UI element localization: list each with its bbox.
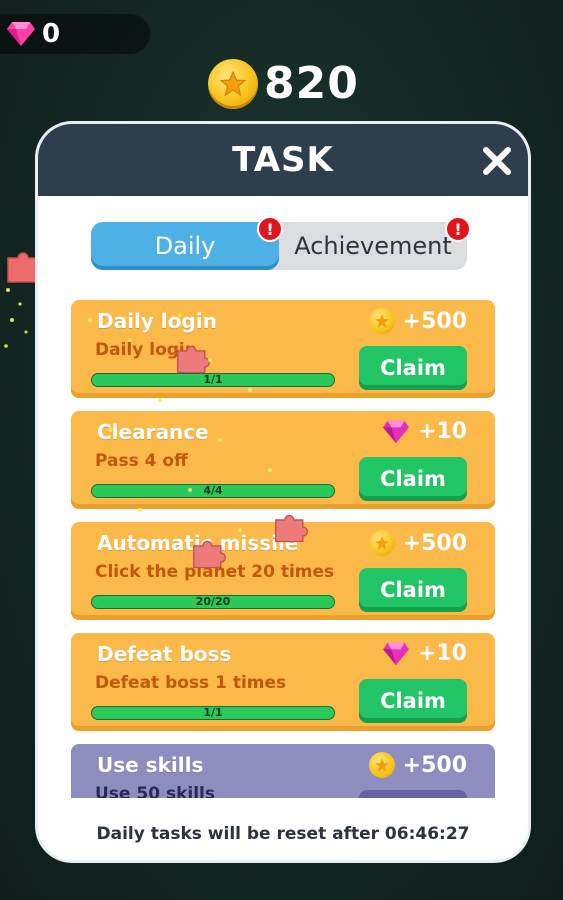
progress-text: 1/1 (203, 373, 223, 386)
task-description: Defeat boss 1 times (95, 673, 287, 693)
gem-icon (7, 22, 35, 46)
puzzle-piece-icon (275, 514, 308, 543)
task-progress-bar: 4/4 (91, 484, 335, 498)
reset-timer-text: Daily tasks will be reset after 06:46:27 (96, 824, 470, 844)
progress-text: 1/1 (203, 706, 223, 719)
coin-amount: 820 (264, 58, 359, 109)
task-item-daily-login: Daily login Daily login +500 1/1 Claim (71, 300, 495, 398)
reward-amount: +10 (417, 641, 467, 666)
gem-count: 0 (42, 19, 61, 49)
gem-icon (383, 420, 409, 443)
claim-button[interactable] (359, 790, 467, 798)
task-title: Use skills (97, 753, 204, 777)
task-item-clearance: Clearance Pass 4 off +10 4/4 Claim (71, 411, 495, 509)
tab-bar: Daily ! Achievement ! (91, 216, 471, 270)
claim-button[interactable]: Claim (359, 346, 467, 390)
puzzle-piece-icon (193, 540, 226, 569)
reward-amount: +500 (402, 308, 467, 334)
task-description: Pass 4 off (95, 451, 188, 471)
claim-button[interactable]: Claim (359, 568, 467, 612)
task-reward: +500 (368, 752, 467, 778)
reward-amount: +10 (417, 419, 467, 444)
reward-amount: +500 (402, 752, 467, 778)
coin-icon (368, 530, 395, 556)
task-list[interactable]: Daily login Daily login +500 1/1 Claim C… (71, 300, 495, 798)
progress-text: 4/4 (203, 484, 223, 497)
task-title: Defeat boss (97, 642, 232, 666)
tab-achievement[interactable]: Achievement ! (279, 216, 471, 270)
gem-icon (383, 642, 409, 665)
modal-header: TASK (38, 124, 528, 196)
task-progress-bar: 1/1 (91, 706, 335, 720)
alert-badge: ! (445, 216, 471, 242)
coin-total: 820 (208, 58, 359, 109)
coin-icon (368, 308, 395, 334)
claim-button[interactable]: Claim (359, 679, 467, 723)
sparkle-icon (4, 288, 28, 348)
progress-text: 20/20 (195, 595, 231, 608)
task-description: Use 50 skills (95, 784, 215, 798)
task-reward: +500 (368, 308, 467, 334)
task-item-defeat-boss: Defeat boss Defeat boss 1 times +10 1/1 … (71, 633, 495, 731)
task-reward: +10 (382, 641, 467, 666)
close-icon[interactable] (480, 144, 514, 178)
claim-button[interactable]: Claim (359, 457, 467, 501)
gem-counter: 0 (0, 14, 150, 54)
task-progress-bar: 20/20 (91, 595, 335, 609)
task-modal: TASK Daily ! Achievement ! Daily login D… (38, 124, 528, 860)
modal-title: TASK (232, 140, 334, 180)
puzzle-piece-icon (177, 345, 210, 374)
task-title: Clearance (97, 420, 209, 444)
task-reward: +10 (382, 419, 467, 444)
tab-achievement-label: Achievement (294, 232, 452, 260)
coin-icon (368, 752, 395, 778)
task-item-use-skills: Use skills Use 50 skills +500 (71, 744, 495, 798)
task-reward: +500 (368, 530, 467, 556)
task-progress-bar: 1/1 (91, 373, 335, 387)
tab-daily[interactable]: Daily ! (91, 216, 283, 270)
coin-icon (208, 58, 258, 109)
task-title: Daily login (97, 309, 217, 333)
tab-daily-label: Daily (154, 232, 216, 260)
reward-amount: +500 (402, 530, 467, 556)
